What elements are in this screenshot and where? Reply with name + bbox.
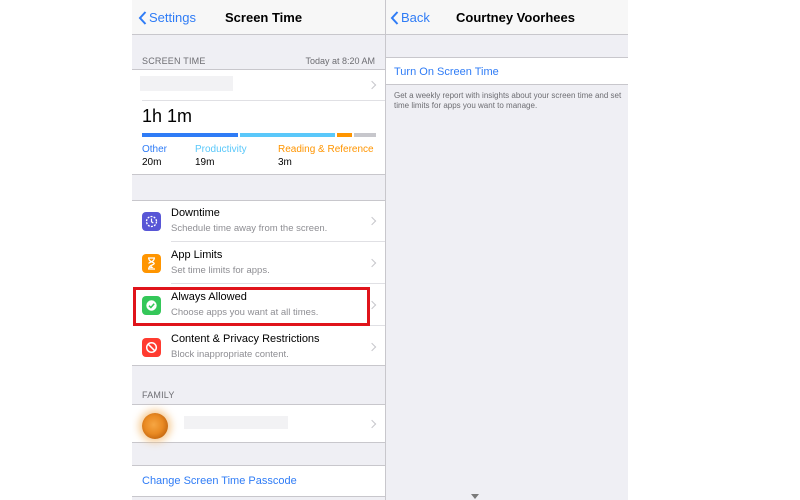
- category-label: Reading & Reference: [278, 144, 374, 155]
- row-title: App Limits: [171, 249, 223, 261]
- navigation-bar: Settings Screen Time: [132, 0, 385, 35]
- usage-bar: [142, 133, 376, 137]
- divider: [171, 241, 385, 242]
- hourglass-icon: [142, 254, 161, 273]
- row-subtitle: Choose apps you want at all times.: [171, 307, 319, 318]
- device-row[interactable]: [132, 70, 385, 100]
- category-value: 3m: [278, 157, 292, 168]
- category-label: Other: [142, 144, 168, 155]
- family-member-screen: Back Courtney Voorhees Turn On Screen Ti…: [386, 0, 628, 500]
- page-title: Courtney Voorhees: [456, 10, 575, 25]
- avatar: [142, 413, 168, 439]
- chevron-right-icon: [367, 258, 377, 268]
- category-label: Productivity: [195, 144, 247, 155]
- downtime-row[interactable]: Downtime Schedule time away from the scr…: [132, 201, 385, 242]
- settings-back-button[interactable]: Settings: [138, 0, 196, 35]
- chevron-right-icon: [367, 80, 377, 90]
- back-label: Back: [401, 10, 430, 25]
- turn-on-card: Turn On Screen Time: [386, 57, 628, 85]
- turn-on-screen-time-button[interactable]: Turn On Screen Time: [394, 66, 499, 78]
- back-label: Settings: [149, 10, 196, 25]
- settings-list: Downtime Schedule time away from the scr…: [132, 200, 385, 366]
- family-header: FAMILY: [142, 390, 175, 400]
- always-allowed-row[interactable]: Always Allowed Choose apps you want at a…: [132, 285, 385, 326]
- chevron-right-icon: [367, 342, 377, 352]
- category-reading: Reading & Reference 3m: [278, 143, 374, 169]
- updated-timestamp: Today at 8:20 AM: [305, 56, 375, 66]
- chevron-right-icon: [367, 300, 377, 310]
- screen-time-header: SCREEN TIME: [142, 56, 206, 66]
- usage-segment-productivity: [240, 133, 335, 137]
- screen-time-screen: Settings Screen Time SCREEN TIME Today a…: [132, 0, 385, 500]
- checkmark-badge-icon: [142, 296, 161, 315]
- change-passcode-link[interactable]: Change Screen Time Passcode: [142, 475, 297, 487]
- chevron-right-icon: [367, 419, 377, 429]
- content-privacy-row[interactable]: Content & Privacy Restrictions Block ina…: [132, 327, 385, 368]
- category-productivity: Productivity 19m: [195, 143, 247, 169]
- usage-segment-other: [142, 133, 238, 137]
- downtime-icon: [142, 212, 161, 231]
- chevron-left-icon: [138, 10, 147, 25]
- total-usage: 1h 1m: [142, 106, 193, 126]
- page-title: Screen Time: [225, 10, 303, 25]
- divider: [171, 325, 385, 326]
- device-name-placeholder: [140, 76, 233, 91]
- passcode-card: Change Screen Time Passcode: [132, 465, 385, 497]
- row-title: Always Allowed: [171, 291, 247, 303]
- category-value: 20m: [142, 157, 162, 168]
- family-member-row[interactable]: [132, 404, 385, 443]
- usage-segment-reading: [337, 133, 352, 137]
- row-subtitle: Set time limits for apps.: [171, 265, 270, 276]
- divider: [142, 100, 385, 101]
- member-name-placeholder: [184, 416, 288, 429]
- row-title: Content & Privacy Restrictions: [171, 333, 320, 345]
- category-other: Other 20m: [142, 143, 167, 169]
- row-title: Downtime: [171, 207, 220, 219]
- back-button[interactable]: Back: [390, 0, 430, 35]
- row-subtitle: Schedule time away from the screen.: [171, 223, 328, 234]
- app-limits-row[interactable]: App Limits Set time limits for apps.: [132, 243, 385, 284]
- category-value: 19m: [195, 157, 215, 168]
- chevron-right-icon: [367, 216, 377, 226]
- no-entry-icon: [142, 338, 161, 357]
- chevron-left-icon: [390, 10, 399, 25]
- divider: [171, 283, 385, 284]
- screen-time-description: Get a weekly report with insights about …: [394, 91, 622, 110]
- usage-segment-remaining: [354, 133, 376, 137]
- navigation-bar: Back Courtney Voorhees: [386, 0, 628, 35]
- scroll-down-arrow-icon: [471, 494, 479, 499]
- row-subtitle: Block inappropriate content.: [171, 349, 289, 360]
